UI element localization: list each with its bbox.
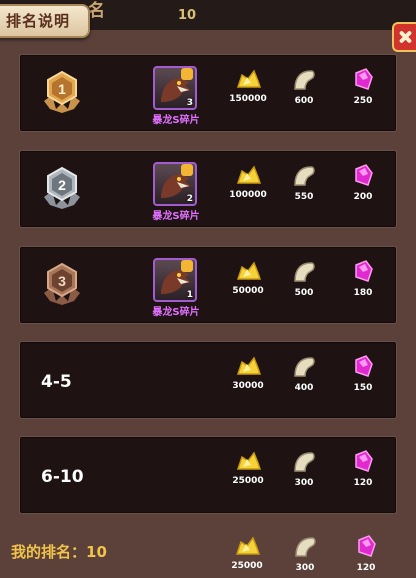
top-value: 10	[178, 8, 197, 23]
tooth-icon	[294, 166, 315, 186]
gold-value: 25000	[231, 561, 263, 571]
reward-row-1: 1 3 暴龙S碎片 150000 600 250	[19, 54, 397, 132]
rank-range-label: 4-5	[41, 372, 72, 392]
gold-icon	[236, 261, 262, 280]
tab-label: 排名说明	[6, 12, 71, 30]
gem-icon	[355, 68, 373, 90]
trex-piece-icon[interactable]: 2	[153, 162, 197, 206]
tooth-value: 400	[294, 383, 314, 393]
gem-reward: 150	[343, 354, 383, 393]
piece-name: 暴龙S碎片	[152, 307, 200, 318]
close-button[interactable]	[392, 22, 416, 52]
reward-row-4: 4-5 30000 400 150	[19, 341, 397, 419]
rank-info-tab[interactable]: 排名说明	[0, 4, 90, 38]
rank-1-number: 1	[58, 81, 66, 97]
gem-icon	[355, 164, 373, 186]
tooth-reward: 600	[284, 67, 324, 106]
gem-value: 150	[353, 383, 373, 393]
top-title-partial: 名	[88, 1, 105, 21]
gem-value: 120	[356, 563, 376, 573]
tooth-reward: 300	[284, 449, 324, 488]
piece-count: 1	[186, 290, 193, 300]
piece-count: 3	[186, 98, 193, 108]
gold-reward: 50000	[228, 259, 268, 296]
gem-reward: 120	[346, 534, 386, 573]
tooth-icon	[294, 357, 315, 377]
rank-range-label: 6-10	[41, 467, 84, 487]
tooth-icon	[294, 452, 315, 472]
gem-value: 200	[353, 192, 373, 202]
reward-row-2: 2 2 暴龙S碎片 100000 550 200	[19, 150, 397, 228]
tooth-value: 600	[294, 96, 314, 106]
tooth-icon	[294, 262, 315, 282]
gold-value: 30000	[232, 381, 264, 391]
tooth-reward: 500	[284, 259, 324, 298]
tooth-value: 550	[294, 192, 314, 202]
gold-icon	[235, 536, 261, 555]
gold-reward: 25000	[227, 534, 267, 571]
piece-name: 暴龙S碎片	[152, 211, 200, 222]
gold-icon	[236, 69, 262, 88]
gem-icon	[355, 260, 373, 282]
rank-1-medal-icon: 1	[44, 70, 80, 113]
gold-value: 100000	[229, 190, 267, 200]
tooth-reward: 550	[284, 163, 324, 202]
gold-reward: 100000	[228, 163, 268, 200]
rank-2-medal-icon: 2	[44, 166, 80, 209]
gem-reward: 250	[343, 67, 383, 106]
gold-reward: 30000	[228, 354, 268, 391]
piece-name: 暴龙S碎片	[152, 115, 200, 126]
trex-piece-icon[interactable]: 3	[153, 66, 197, 110]
gem-value: 180	[353, 288, 373, 298]
reward-row-5: 6-10 25000 300 120	[19, 436, 397, 514]
gem-icon	[355, 450, 373, 472]
my-rank-rewards: 25000 300 120	[19, 534, 395, 578]
piece-count: 2	[186, 194, 193, 204]
rank-panel: 名 10 排名说明 1 3 暴龙S碎片 150000 600 250 2 2 暴…	[0, 0, 416, 578]
tooth-reward: 300	[285, 534, 325, 573]
gem-reward: 200	[343, 163, 383, 202]
trex-piece-icon[interactable]: 1	[153, 258, 197, 302]
gold-value: 50000	[232, 286, 264, 296]
gold-reward: 25000	[228, 449, 268, 486]
gold-icon	[236, 165, 262, 184]
gem-icon	[355, 355, 373, 377]
gold-icon	[236, 451, 262, 470]
tooth-icon	[294, 70, 315, 90]
tooth-value: 300	[294, 478, 314, 488]
tooth-icon	[295, 537, 316, 557]
gold-icon	[236, 356, 262, 375]
gold-reward: 150000	[228, 67, 268, 104]
tooth-value: 300	[295, 563, 315, 573]
gem-value: 120	[353, 478, 373, 488]
gem-icon	[358, 535, 376, 557]
tooth-value: 500	[294, 288, 314, 298]
reward-row-3: 3 1 暴龙S碎片 50000 500 180	[19, 246, 397, 324]
tooth-reward: 400	[284, 354, 324, 393]
gem-value: 250	[353, 96, 373, 106]
rank-3-number: 3	[58, 273, 66, 289]
gem-reward: 180	[343, 259, 383, 298]
rank-2-number: 2	[58, 177, 66, 193]
gem-reward: 120	[343, 449, 383, 488]
gold-value: 25000	[232, 476, 264, 486]
rank-3-medal-icon: 3	[44, 262, 80, 305]
gold-value: 150000	[229, 94, 267, 104]
